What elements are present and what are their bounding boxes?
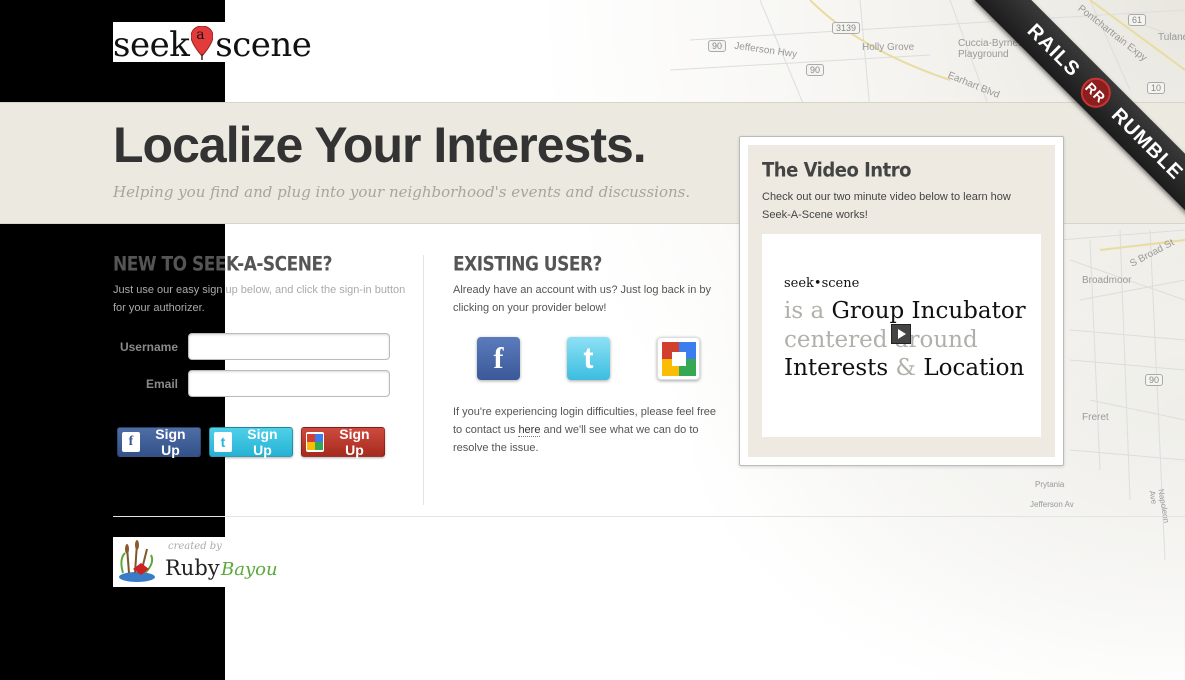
footer-divider <box>113 516 1185 517</box>
login-providers: f t <box>477 337 700 380</box>
google-signup-label: Sign Up <box>339 426 370 458</box>
login-section: Existing User? Already have an account w… <box>453 253 723 317</box>
map-label-broadmoor: Broadmoor <box>1082 275 1132 286</box>
google-login-icon[interactable] <box>657 337 700 380</box>
video-line-1-light: is a <box>784 298 832 324</box>
video-description: Check out our two minute video below to … <box>762 191 1011 221</box>
signup-heading: New to Seek-A-Scene? <box>113 253 332 276</box>
brand-ruby: Ruby <box>165 556 220 580</box>
video-intro-panel: The Video Intro Check out our two minute… <box>739 136 1064 466</box>
google-signup-button[interactable]: Sign Up <box>301 426 385 458</box>
video-line-3-dark-2: Location <box>923 355 1025 381</box>
site-logo[interactable]: seek a scene <box>113 24 312 65</box>
play-icon[interactable] <box>891 324 911 344</box>
hero-title: Localize Your Interests. <box>113 117 647 173</box>
logo-pin-letter: a <box>196 27 205 43</box>
login-help-text: If you're experiencing login difficultie… <box>453 403 723 457</box>
username-row: Username <box>113 333 390 360</box>
username-input[interactable] <box>188 333 390 360</box>
video-player[interactable]: seek•scene is a Group Incubator centered… <box>762 234 1041 437</box>
logo-text-right: scene <box>215 25 312 65</box>
facebook-icon: f <box>122 432 140 452</box>
highway-shield-90: 90 <box>806 64 825 76</box>
signup-buttons: f Sign Up t Sign Up Sign Up <box>117 426 385 458</box>
video-line-2: centered around <box>784 327 978 353</box>
highway-shield-90: 90 <box>1145 374 1164 386</box>
logo-text-left: seek <box>113 25 190 65</box>
column-divider <box>423 255 424 505</box>
twitter-icon: t <box>214 432 232 452</box>
facebook-signup-button[interactable]: f Sign Up <box>117 426 201 458</box>
created-by-text: created by <box>168 541 222 552</box>
ribbon-text-left: RAILS <box>1023 19 1085 81</box>
ribbon-text-right: RUMBLE <box>1107 103 1185 184</box>
twitter-signup-label: Sign Up <box>247 426 278 458</box>
contact-link[interactable]: here <box>518 424 541 437</box>
facebook-signup-label: Sign Up <box>155 426 186 458</box>
map-label-freret: Freret <box>1082 412 1109 423</box>
email-label: Email <box>145 376 178 391</box>
video-intro-inner: The Video Intro Check out our two minute… <box>748 145 1055 457</box>
video-title: The Video Intro <box>762 159 911 183</box>
login-description: Already have an account with us? Just lo… <box>453 284 712 314</box>
email-input[interactable] <box>188 370 390 397</box>
twitter-login-icon[interactable]: t <box>567 337 610 380</box>
video-line-1: is a Group Incubator <box>784 298 1026 324</box>
ruby-bayou-logo[interactable]: created by Ruby Bayou <box>113 537 293 587</box>
video-line-3-light: & <box>895 355 924 381</box>
map-label-jefferson-av: Jefferson Av <box>1030 500 1074 509</box>
video-logo: seek•scene <box>784 276 860 291</box>
bayou-reeds-icon <box>119 540 155 582</box>
brand-bayou: Bayou <box>221 559 278 580</box>
twitter-signup-button[interactable]: t Sign Up <box>209 426 293 458</box>
facebook-login-icon[interactable]: f <box>477 337 520 380</box>
map-pin-icon: a <box>191 26 214 62</box>
username-label: Username <box>119 339 178 354</box>
highway-shield-90: 90 <box>708 40 727 52</box>
video-line-3: Interests & Location <box>784 355 1024 381</box>
highway-shield-3139: 3139 <box>832 22 861 34</box>
video-line-1-dark: Group Incubator <box>831 298 1026 324</box>
video-line-2-light: centered around <box>784 327 978 353</box>
signup-description: Just use our easy sign up below, and cli… <box>113 284 406 314</box>
map-label-prytania: Prytania <box>1035 480 1065 489</box>
map-label-holly-grove: Holly Grove <box>862 42 915 53</box>
signup-section: New to Seek-A-Scene? Just use our easy s… <box>113 253 413 317</box>
rails-rumble-badge-icon: RR <box>1074 71 1117 114</box>
email-row: Email <box>113 370 390 397</box>
hero-subtitle: Helping you find and plug into your neig… <box>113 183 691 201</box>
login-heading: Existing User? <box>453 253 602 276</box>
video-line-3-dark: Interests <box>784 355 896 381</box>
google-icon <box>306 432 324 452</box>
